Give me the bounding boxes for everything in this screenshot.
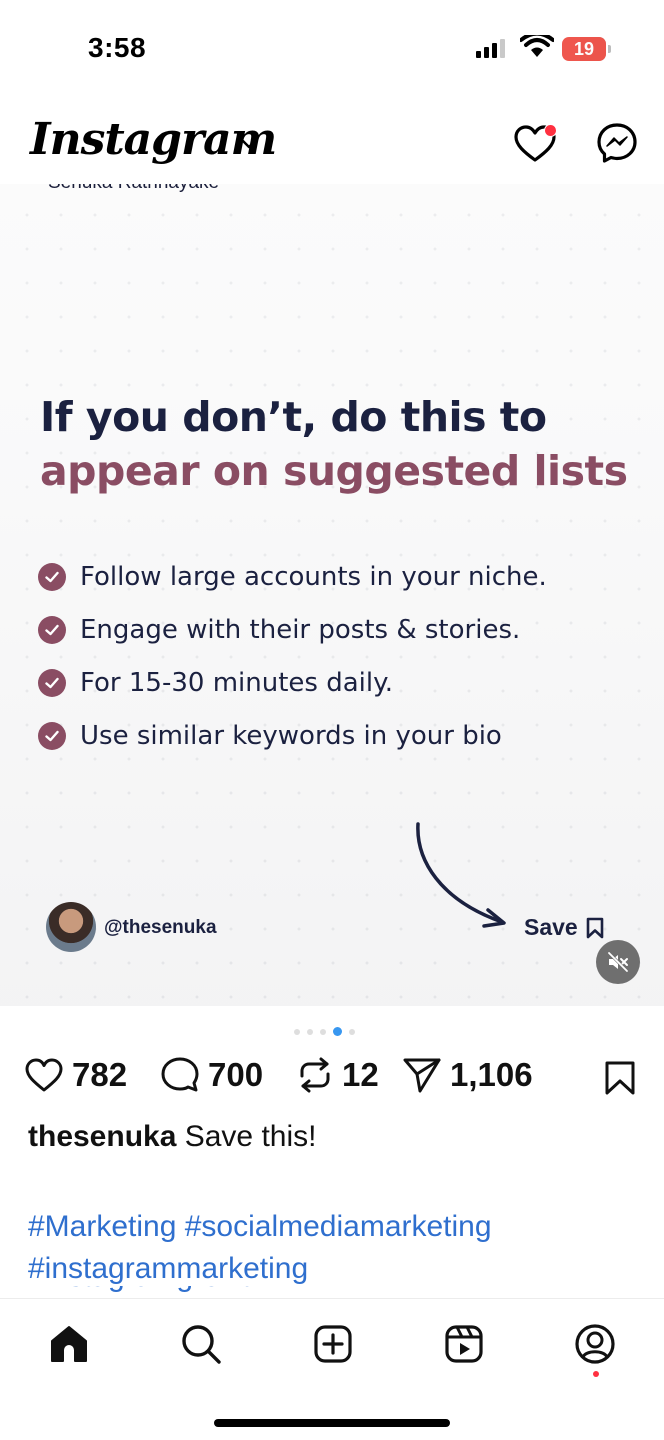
caption-username[interactable]: thesenuka (28, 1120, 176, 1153)
post-caption: thesenuka Save this! (28, 1120, 316, 1154)
headline-line-1: If you don’t, do this to (40, 393, 547, 441)
tab-profile[interactable] (572, 1321, 618, 1367)
carousel-dot-active (333, 1027, 342, 1036)
checklist-text: For 15-30 minutes daily. (80, 667, 394, 698)
repost-count: 12 (342, 1056, 379, 1093)
reels-icon (445, 1325, 483, 1363)
checklist-item: Engage with their posts & stories. (38, 603, 547, 656)
cellular-signal-icon (476, 38, 505, 58)
wifi-icon (520, 35, 554, 57)
like-action[interactable]: 782 (24, 1056, 127, 1094)
carousel-dot (294, 1028, 300, 1035)
checklist-item: Follow large accounts in your niche. (38, 550, 547, 603)
carousel-dot (320, 1028, 326, 1035)
check-icon (38, 562, 66, 591)
check-icon (38, 668, 66, 697)
checklist-item: For 15-30 minutes daily. (38, 656, 547, 709)
carousel-dot (307, 1028, 313, 1035)
creator-avatar (46, 902, 96, 952)
save-bookmark-icon[interactable] (604, 1060, 636, 1096)
home-indicator[interactable] (214, 1419, 450, 1427)
status-time: 3:58 (88, 32, 147, 63)
hashtags: #Marketing #socialmediamarketing #instag… (28, 1206, 648, 1290)
top-nav: Instagram (0, 100, 664, 184)
share-action[interactable]: 1,106 (402, 1056, 533, 1094)
battery-icon: 19 (562, 37, 606, 61)
bookmark-icon (586, 917, 604, 938)
author-name-cut: Senuka Rathnayake (48, 184, 219, 194)
hashtag-line[interactable]: #instagrammarketing (28, 1248, 648, 1290)
profile-icon (575, 1324, 615, 1364)
post-image[interactable]: Senuka Rathnayake If you don’t, do this … (0, 184, 664, 1006)
post-headline: If you don’t, do this to appear on sugge… (40, 390, 628, 498)
graphic-save-label: Save (524, 914, 604, 941)
battery-level: 19 (573, 39, 595, 59)
checklist-item: Use similar keywords in your bio (38, 709, 547, 762)
checklist-text: Engage with their posts & stories. (80, 614, 521, 645)
like-count: 782 (72, 1056, 128, 1093)
hashtag-line-cut[interactable]: #instagramgrowth (28, 1286, 348, 1298)
graphic-save-text: Save (524, 914, 578, 940)
notification-dot (544, 124, 557, 137)
tab-search[interactable] (178, 1321, 224, 1367)
chevron-down-icon[interactable] (240, 138, 258, 150)
curved-arrow-icon (416, 822, 506, 928)
send-icon (403, 1058, 441, 1093)
battery-cap (608, 45, 611, 53)
home-icon (51, 1326, 87, 1362)
checklist-text: Follow large accounts in your niche. (80, 561, 547, 592)
comment-action[interactable]: 700 (160, 1056, 263, 1094)
hashtag-line[interactable]: #Marketing #socialmediamarketing (28, 1206, 648, 1248)
speaker-muted-icon (606, 950, 630, 974)
comment-icon (161, 1057, 199, 1092)
bottom-tab-bar (0, 1298, 664, 1440)
tab-reels[interactable] (441, 1321, 487, 1367)
repost-icon (300, 1057, 330, 1093)
status-bar: 3:58 19 (0, 0, 664, 100)
share-count: 1,106 (450, 1056, 533, 1093)
caption-text: Save this! (184, 1120, 317, 1153)
checklist-text: Use similar keywords in your bio (80, 720, 502, 751)
repost-action[interactable]: 12 (296, 1056, 379, 1094)
heart-icon (25, 1058, 63, 1092)
post-actions: 782 700 12 1,106 (0, 1056, 664, 1102)
carousel-indicator (294, 1027, 355, 1036)
messenger-icon[interactable] (596, 122, 638, 164)
create-plus-icon (314, 1325, 352, 1363)
check-icon (38, 721, 66, 750)
comment-count: 700 (208, 1056, 264, 1093)
tab-create[interactable] (310, 1321, 356, 1367)
search-icon (182, 1325, 221, 1364)
creator-handle: @thesenuka (104, 917, 217, 938)
hashtag-peek: #instagramgrowth (28, 1286, 348, 1298)
headline-line-2: appear on suggested lists (40, 447, 628, 495)
mute-button[interactable] (596, 940, 640, 984)
profile-notification-dot (593, 1371, 599, 1377)
check-icon (38, 615, 66, 644)
checklist: Follow large accounts in your niche. Eng… (38, 550, 547, 762)
carousel-dot (349, 1028, 355, 1035)
tab-home[interactable] (46, 1321, 92, 1367)
